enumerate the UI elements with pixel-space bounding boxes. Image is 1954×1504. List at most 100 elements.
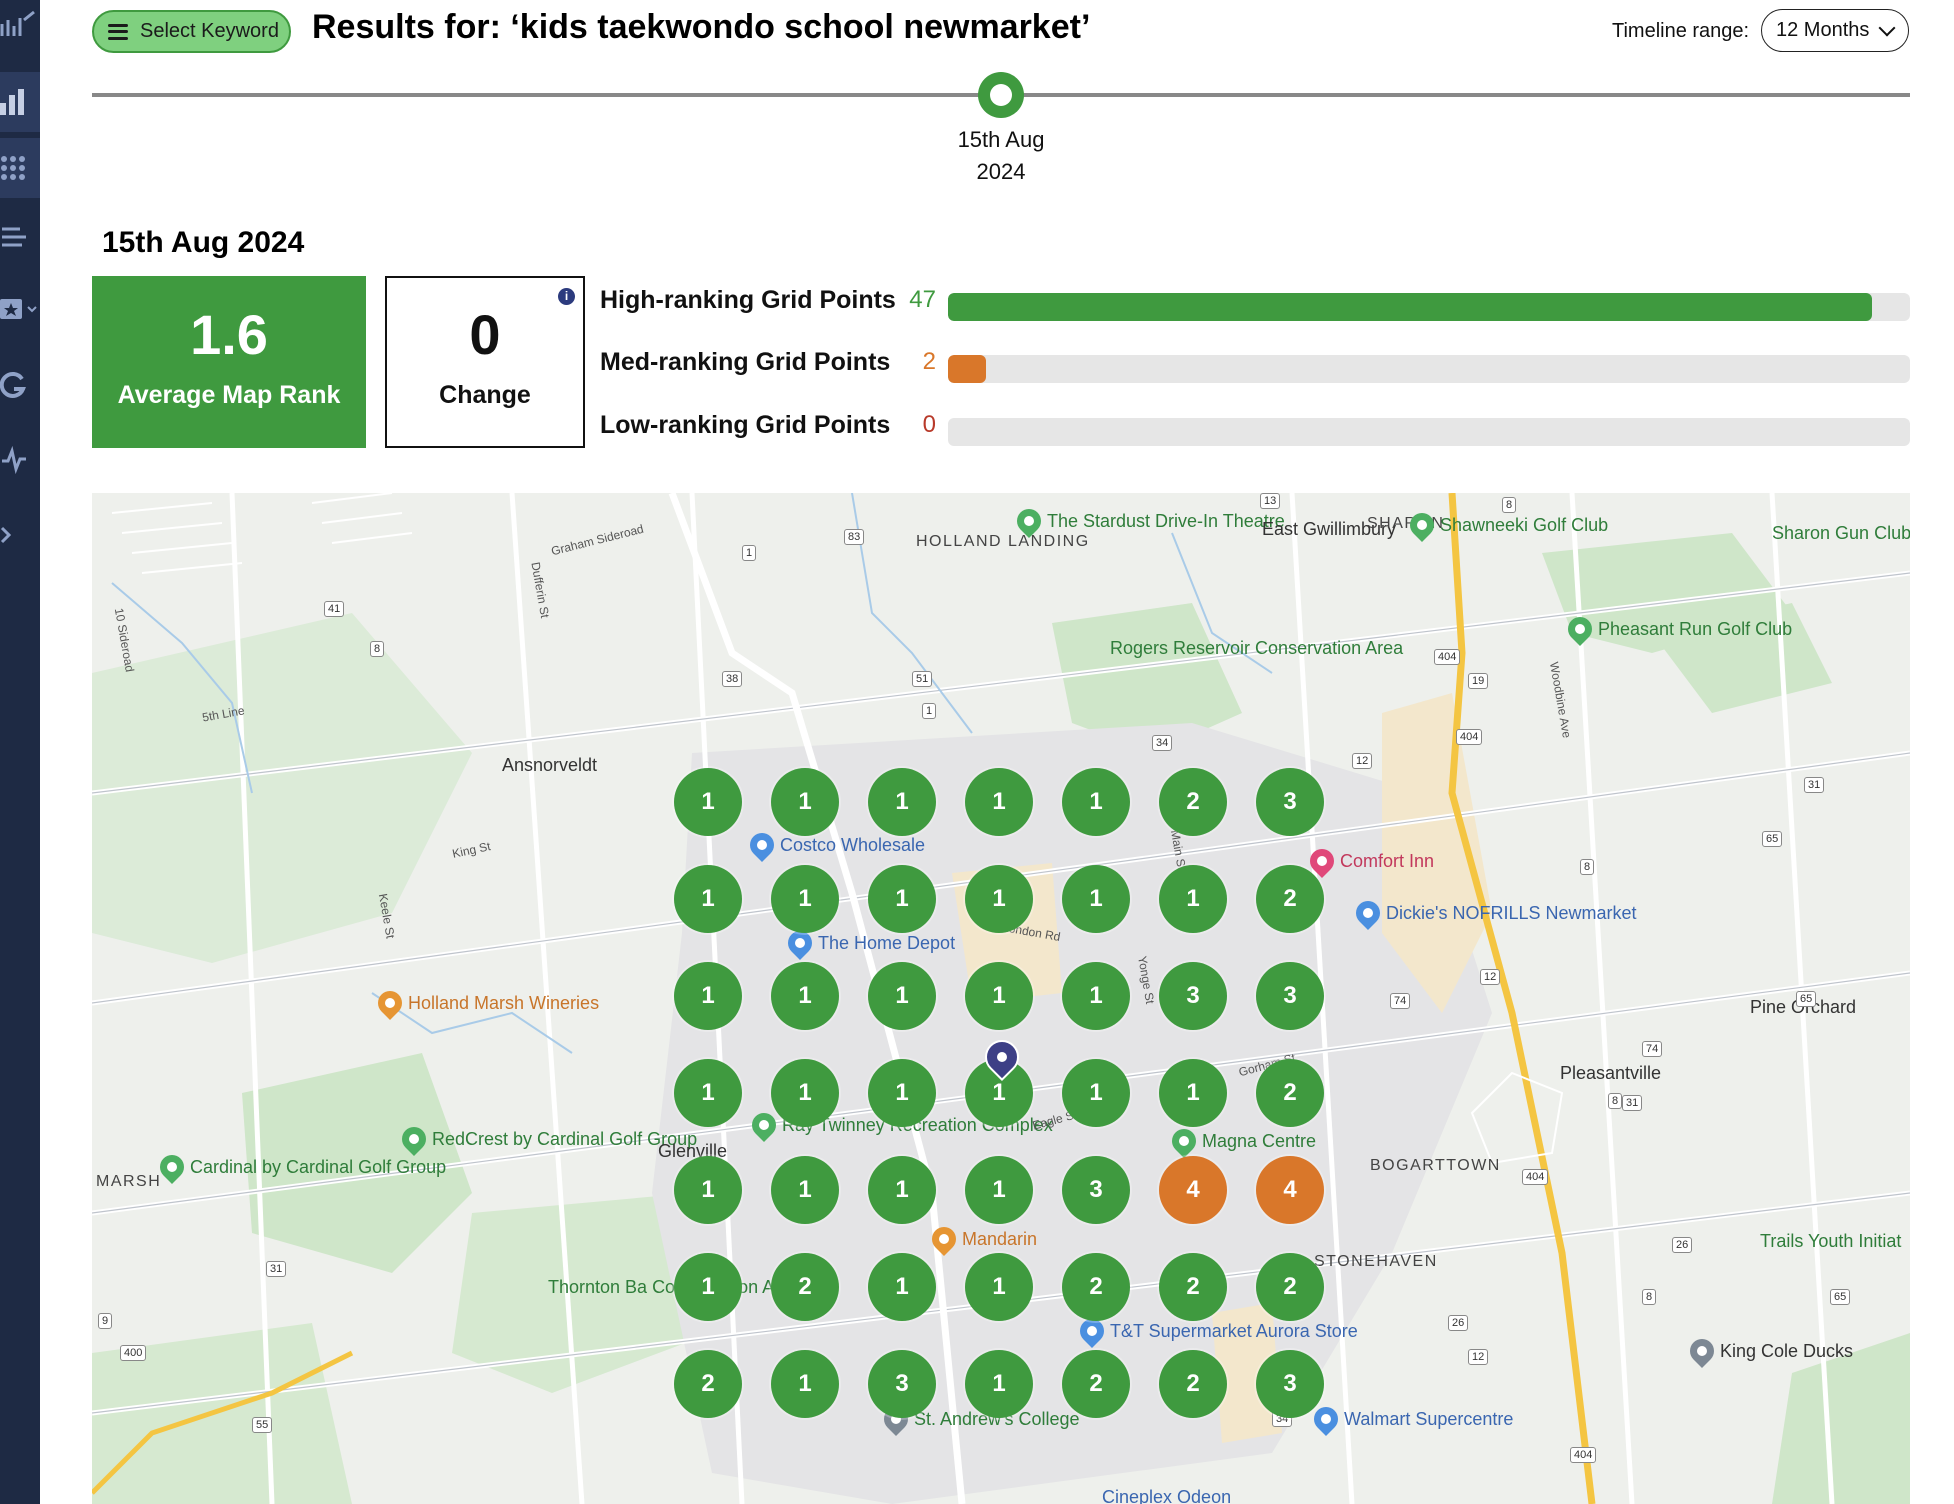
map-place-label[interactable]: Walmart Supercentre [1344, 1409, 1513, 1430]
med-ranking-track [948, 355, 1910, 383]
map-place-label[interactable]: Shawneeki Golf Club [1440, 515, 1608, 536]
grid-point-rank[interactable]: 1 [965, 1156, 1033, 1224]
route-shield: 8 [1608, 1093, 1623, 1109]
rank-grid-map[interactable]: The Stardust Drive-In Theatre HOLLAND LAN… [92, 493, 1910, 1504]
grid-point-rank[interactable]: 1 [868, 865, 936, 933]
map-place-label[interactable]: Ansnorveldt [502, 755, 597, 776]
map-place-label[interactable]: Cardinal by Cardinal Golf Group [190, 1157, 446, 1178]
map-place-label[interactable]: Cineplex Odeon [1102, 1487, 1231, 1504]
grid-point-rank[interactable]: 1 [771, 962, 839, 1030]
info-icon[interactable]: i [558, 288, 575, 305]
grid-point-rank[interactable]: 3 [868, 1350, 936, 1418]
map-place-label[interactable]: The Home Depot [818, 933, 955, 954]
map-place-label[interactable]: STONEHAVEN [1314, 1253, 1438, 1271]
grid-point-rank[interactable]: 1 [1159, 865, 1227, 933]
heartbeat-icon[interactable] [0, 430, 40, 490]
select-keyword-button[interactable]: Select Keyword [92, 10, 291, 53]
map-place-label[interactable]: Thornton Ba Conservation Ar [548, 1277, 780, 1298]
grid-point-rank[interactable]: 2 [1062, 1253, 1130, 1321]
review-star-icon[interactable] [0, 280, 40, 340]
grid-point-rank[interactable]: 1 [674, 768, 742, 836]
map-place-label[interactable]: The Stardust Drive-In Theatre [1047, 511, 1285, 532]
grid-point-rank[interactable]: 1 [965, 768, 1033, 836]
route-shield: 404 [1522, 1169, 1549, 1185]
grid-point-rank[interactable]: 3 [1256, 962, 1324, 1030]
grid-point-rank[interactable]: 1 [965, 962, 1033, 1030]
grid-point-rank[interactable]: 3 [1256, 768, 1324, 836]
map-place-label[interactable]: HOLLAND LANDING [916, 533, 1090, 551]
grid-point-rank[interactable]: 1 [965, 865, 1033, 933]
route-shield: 8 [1502, 497, 1517, 513]
grid-point-rank[interactable]: 4 [1256, 1156, 1324, 1224]
map-place-label[interactable]: Rogers Reservoir Conservation Area [1110, 638, 1403, 659]
grid-point-rank[interactable]: 2 [674, 1350, 742, 1418]
chevron-down-icon [1878, 19, 1896, 36]
grid-point-rank[interactable]: 1 [674, 1156, 742, 1224]
grid-point-rank[interactable]: 2 [1256, 1059, 1324, 1127]
route-shield: 12 [1468, 1349, 1489, 1365]
map-place-label[interactable]: Costco Wholesale [780, 835, 925, 856]
grid-point-rank[interactable]: 1 [868, 962, 936, 1030]
med-ranking-count: 2 [922, 348, 936, 375]
map-place-label[interactable]: King Cole Ducks [1720, 1341, 1853, 1362]
grid-point-rank[interactable]: 2 [1256, 1253, 1324, 1321]
grid-point-rank[interactable]: 1 [965, 1350, 1033, 1418]
grid-point-rank[interactable]: 1 [771, 768, 839, 836]
grid-point-rank[interactable]: 2 [1256, 865, 1324, 933]
grid-point-rank[interactable]: 1 [868, 768, 936, 836]
grid-point-rank[interactable]: 3 [1256, 1350, 1324, 1418]
map-place-label[interactable]: Pleasantville [1560, 1063, 1661, 1084]
route-shield: 12 [1480, 969, 1501, 985]
grid-point-rank[interactable]: 1 [965, 1253, 1033, 1321]
grid-point-rank[interactable]: 1 [771, 865, 839, 933]
select-keyword-label: Select Keyword [140, 20, 279, 42]
map-place-label[interactable]: MARSH [96, 1173, 161, 1191]
map-place-label[interactable]: Comfort Inn [1340, 851, 1434, 872]
grid-point-rank[interactable]: 1 [1159, 1059, 1227, 1127]
map-place-label[interactable]: Pheasant Run Golf Club [1598, 619, 1792, 640]
map-place-label[interactable]: Mandarin [962, 1229, 1037, 1250]
grid-point-rank[interactable]: 1 [1062, 768, 1130, 836]
grid-point-rank[interactable]: 1 [771, 1059, 839, 1127]
timeline-date-line2: 2024 [976, 159, 1026, 184]
grid-point-rank[interactable]: 1 [674, 1059, 742, 1127]
grid-point-rank[interactable]: 2 [771, 1253, 839, 1321]
trend-icon[interactable] [0, 0, 40, 50]
timeline-range-value: 12 Months [1776, 19, 1870, 41]
map-place-label[interactable]: Holland Marsh Wineries [408, 993, 599, 1014]
grid-point-rank[interactable]: 1 [868, 1156, 936, 1224]
grid-point-rank[interactable]: 1 [674, 865, 742, 933]
grid-point-rank[interactable]: 2 [1159, 1253, 1227, 1321]
map-place-label[interactable]: Trails Youth Initiat [1760, 1231, 1901, 1252]
grid-point-rank[interactable]: 1 [674, 1253, 742, 1321]
grid-point-rank[interactable]: 3 [1159, 962, 1227, 1030]
map-place-label[interactable]: Sharon Gun Club [1772, 523, 1910, 544]
bar-chart-icon[interactable] [0, 72, 40, 132]
grid-point-rank[interactable]: 1 [1062, 1059, 1130, 1127]
route-shield: 74 [1390, 993, 1411, 1009]
map-place-label[interactable]: Dickie's NOFRILLS Newmarket [1386, 903, 1637, 924]
grid-point-rank[interactable]: 1 [674, 962, 742, 1030]
map-place-label[interactable]: Magna Centre [1202, 1131, 1316, 1152]
map-place-label[interactable]: BOGARTTOWN [1370, 1157, 1501, 1175]
grid-point-rank[interactable]: 1 [868, 1253, 936, 1321]
grid-point-rank[interactable]: 2 [1062, 1350, 1130, 1418]
grid-point-rank[interactable]: 1 [1062, 865, 1130, 933]
chevron-right-icon[interactable] [0, 505, 40, 565]
grid-point-rank[interactable]: 1 [771, 1350, 839, 1418]
grid-point-rank[interactable]: 4 [1159, 1156, 1227, 1224]
timeline-range-select[interactable]: 12 Months [1761, 9, 1909, 52]
grid-point-rank[interactable]: 2 [1159, 1350, 1227, 1418]
nav-rail [0, 0, 40, 1504]
grid-point-rank[interactable]: 2 [1159, 768, 1227, 836]
grid-point-rank[interactable]: 3 [1062, 1156, 1130, 1224]
grid-point-rank[interactable]: 1 [771, 1156, 839, 1224]
timeline-point[interactable] [978, 72, 1024, 118]
route-shield: 74 [1642, 1041, 1663, 1057]
grid-icon[interactable] [0, 138, 40, 198]
grid-point-rank[interactable]: 1 [868, 1059, 936, 1127]
layers-icon[interactable] [0, 208, 40, 268]
google-icon[interactable] [0, 356, 40, 416]
grid-point-rank[interactable]: 1 [1062, 962, 1130, 1030]
map-place-label[interactable]: T&T Supermarket Aurora Store [1110, 1321, 1358, 1342]
